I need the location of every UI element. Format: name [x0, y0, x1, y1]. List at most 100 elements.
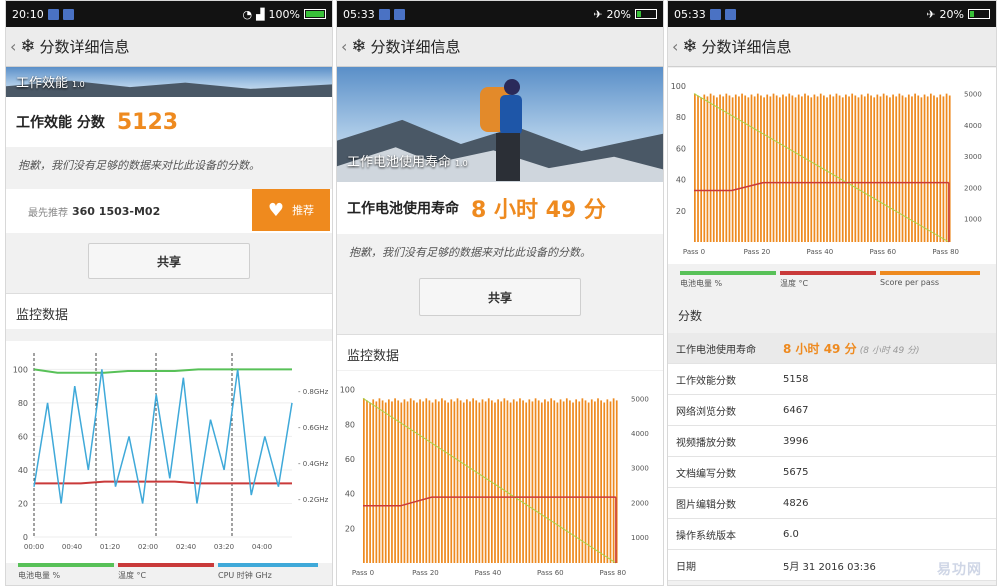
score-bar: [372, 399, 375, 563]
y2-tick-label: 1000: [631, 534, 649, 542]
battery-icon: [304, 9, 326, 19]
score-value: 5123: [116, 109, 179, 135]
score-bar: [525, 402, 528, 563]
score-bar: [700, 97, 703, 242]
score-bar: [603, 402, 606, 563]
score-bar: [725, 93, 728, 242]
score-bar: [547, 401, 549, 563]
score-bar: [497, 399, 499, 563]
y-tick-label: 40: [676, 176, 686, 185]
score-bar: [375, 401, 378, 563]
score-bar: [860, 94, 863, 243]
legend-battery: 电池电量 %: [18, 563, 118, 581]
hero-image: 工作效能 1.0: [6, 67, 332, 97]
y-tick-label: 60: [676, 144, 686, 153]
x-tick-label: Pass 20: [744, 248, 771, 256]
score-bar: [581, 398, 584, 563]
score-bar: [459, 400, 462, 563]
score-bar: [378, 398, 381, 563]
score-bar: [540, 402, 543, 563]
hero-label: 工作电池使用寿命 1.0: [347, 155, 468, 170]
recommend-button[interactable]: ♥ 推荐: [252, 189, 330, 231]
recommend-row: 最先推荐 360 1503-M02 ♥ 推荐: [6, 189, 332, 233]
x-tick-label: Pass 40: [807, 248, 834, 256]
score-bar: [741, 93, 743, 242]
y-tick-label: 40: [18, 466, 28, 475]
score-bar: [369, 402, 371, 563]
score-bar: [397, 400, 400, 563]
page-title: 分数详细信息: [39, 38, 130, 56]
hero-image: 工作电池使用寿命 1.0: [337, 67, 663, 182]
y2-tick-label: - 0.4GHz: [298, 460, 329, 468]
score-bar: [747, 97, 750, 242]
y2-tick-label: 5000: [964, 91, 982, 99]
score-bar: [763, 97, 765, 242]
score-bar: [933, 95, 935, 242]
score-bar: [522, 400, 524, 563]
legend-temperature: 温度 °C: [118, 563, 218, 581]
table-row: 图片编辑分数 4826: [668, 488, 996, 519]
x-tick-label: 04:00: [252, 543, 272, 551]
airplane-icon: ✈: [926, 7, 936, 21]
x-tick-label: 02:00: [138, 543, 158, 551]
score-bar: [829, 94, 832, 243]
score-bar: [444, 400, 446, 563]
status-bar: 05:33 ✈ 20%: [668, 1, 996, 27]
x-tick-label: 01:20: [100, 543, 120, 551]
score-bar: [584, 400, 587, 563]
score-bar: [412, 400, 415, 563]
score-bar: [920, 97, 923, 242]
score-bar: [572, 402, 574, 563]
battery-percent: 100%: [268, 7, 300, 21]
y2-tick-label: 2000: [631, 499, 649, 507]
score-bar: [422, 401, 425, 563]
y-tick-label: 80: [18, 399, 28, 408]
score-bar: [428, 400, 431, 563]
y2-tick-label: - 0.2GHz: [298, 496, 329, 504]
score-bar: [503, 398, 506, 563]
score-bar: [597, 398, 599, 563]
back-icon[interactable]: ‹: [672, 37, 678, 56]
score-bar: [515, 401, 518, 563]
status-time: 20:10: [12, 7, 44, 21]
share-button[interactable]: 共享: [88, 243, 250, 279]
y-tick-label: 40: [345, 490, 355, 499]
score-bar: [753, 96, 756, 242]
app-logo-icon: ❄: [20, 36, 36, 57]
battery-percent: 20%: [606, 7, 631, 21]
status-bar: 05:33 ✈ 20%: [337, 1, 663, 27]
score-bar: [835, 93, 838, 242]
score-bar: [394, 398, 396, 563]
score-bar: [785, 96, 787, 242]
monitor-heading: 监控数据: [337, 334, 663, 370]
score-bar: [509, 402, 512, 563]
score-bar: [816, 96, 819, 242]
score-bar: [553, 400, 556, 563]
legend-temperature: 温度 °C: [780, 271, 880, 289]
score-bar: [772, 93, 775, 242]
score-bar: [709, 93, 712, 242]
score-bar: [929, 93, 932, 242]
score-bar: [481, 399, 484, 563]
score-bar: [722, 96, 725, 242]
share-button[interactable]: 共享: [419, 278, 581, 316]
x-tick-label: 02:40: [176, 543, 196, 551]
score-bar: [716, 97, 718, 242]
x-tick-label: Pass 60: [869, 248, 896, 256]
app-logo-icon: ❄: [351, 36, 367, 57]
hiker-illustration: [480, 77, 528, 182]
score-bar: [760, 95, 762, 242]
y-tick-label: 20: [676, 207, 686, 216]
score-bar: [559, 399, 562, 563]
notification-icon: [724, 8, 736, 20]
x-tick-label: 00:40: [62, 543, 82, 551]
back-icon[interactable]: ‹: [10, 37, 16, 56]
battery-icon: [635, 9, 657, 19]
score-label: 工作电池使用寿命: [347, 201, 459, 217]
y-tick-label: 20: [345, 524, 355, 533]
back-icon[interactable]: ‹: [341, 37, 347, 56]
series-line-battery: [33, 368, 292, 374]
score-bar: [697, 95, 699, 242]
score-bar: [475, 400, 478, 563]
score-bar: [942, 96, 945, 242]
